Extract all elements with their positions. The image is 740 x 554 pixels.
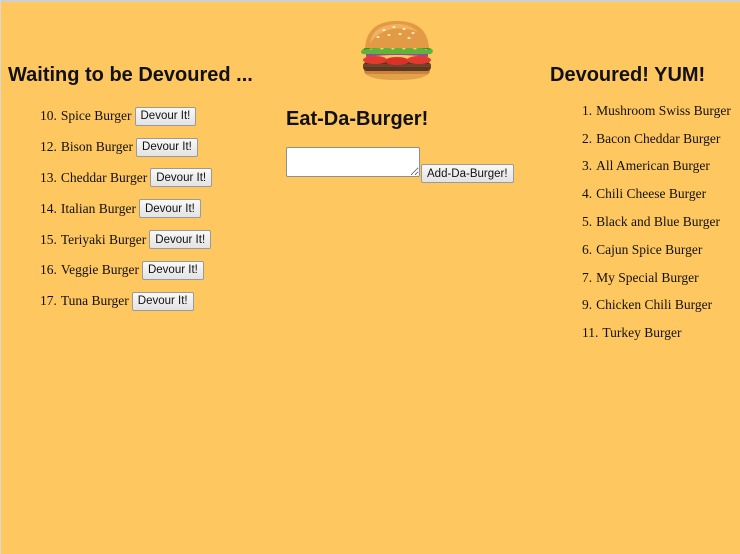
list-item: 3. All American Burger — [582, 153, 731, 181]
burger-name: Teriyaki Burger — [60, 231, 147, 247]
item-number: 3. — [582, 158, 593, 174]
burger-name: Italian Burger — [60, 200, 136, 216]
list-item: 10. Spice Burger Devour It! — [40, 101, 212, 132]
item-number: 14. — [40, 200, 57, 216]
devour-button[interactable]: Devour It! — [131, 291, 194, 311]
list-item: 12. Bison Burger Devour It! — [40, 132, 212, 163]
list-item: 14. Italian Burger Devour It! — [40, 193, 212, 224]
waiting-list: 10. Spice Burger Devour It! 12. Bison Bu… — [40, 101, 213, 317]
item-number: 6. — [582, 241, 593, 257]
burger-name: Mushroom Swiss Burger — [596, 102, 731, 118]
list-item: 17. Tuna Burger Devour It! — [40, 286, 212, 317]
list-item: 7. My Special Burger — [582, 264, 731, 292]
burger-name: Cajun Spice Burger — [596, 241, 703, 257]
burger-name: Spice Burger — [60, 108, 132, 124]
burger-name: Tuna Burger — [60, 293, 129, 309]
list-item: 1. Mushroom Swiss Burger — [582, 97, 731, 125]
burger-name-input[interactable] — [286, 147, 420, 177]
list-item: 15. Teriyaki Burger Devour It! — [40, 224, 212, 255]
burger-name: Black and Blue Burger — [596, 214, 720, 230]
devour-button[interactable]: Devour It! — [150, 168, 213, 188]
list-item: 9. Chicken Chili Burger — [582, 292, 731, 320]
burger-name: Chicken Chili Burger — [596, 297, 713, 313]
devour-button[interactable]: Devour It! — [149, 230, 212, 250]
top-border — [0, 0, 740, 2]
devoured-list: 1. Mushroom Swiss Burger 2. Bacon Chedda… — [582, 97, 731, 347]
item-number: 16. — [40, 262, 57, 278]
left-border — [0, 0, 1, 554]
item-number: 15. — [40, 231, 57, 247]
item-number: 12. — [40, 139, 57, 155]
burger-image — [361, 21, 433, 80]
burger-name: Veggie Burger — [60, 262, 139, 278]
item-number: 10. — [40, 108, 57, 124]
item-number: 1. — [582, 102, 593, 118]
list-item: 16. Veggie Burger Devour It! — [40, 255, 212, 286]
list-item: 2. Bacon Cheddar Burger — [582, 125, 731, 153]
burger-name: Chili Cheese Burger — [596, 186, 707, 202]
burger-name: Cheddar Burger — [60, 169, 148, 185]
add-burger-button[interactable]: Add-Da-Burger! — [421, 164, 514, 183]
page-title: Eat-Da-Burger! — [286, 108, 429, 130]
devour-button[interactable]: Devour It! — [141, 260, 204, 280]
burger-name: My Special Burger — [596, 269, 699, 285]
burger-name: All American Burger — [596, 158, 710, 174]
burger-name: Bison Burger — [60, 139, 134, 155]
waiting-heading: Waiting to be Devoured ... — [8, 64, 253, 86]
list-item: 13. Cheddar Burger Devour It! — [40, 163, 213, 194]
item-number: 9. — [582, 297, 593, 313]
devoured-heading: Devoured! YUM! — [550, 64, 706, 86]
list-item: 4. Chili Cheese Burger — [582, 180, 731, 208]
burger-name: Turkey Burger — [602, 325, 682, 341]
item-number: 11. — [582, 325, 599, 341]
item-number: 5. — [582, 214, 593, 230]
devour-button[interactable]: Devour It! — [138, 199, 201, 219]
list-item: 6. Cajun Spice Burger — [582, 236, 731, 264]
item-number: 13. — [40, 169, 57, 185]
list-item: 11. Turkey Burger — [582, 319, 731, 347]
list-item: 5. Black and Blue Burger — [582, 208, 731, 236]
item-number: 2. — [582, 130, 593, 146]
item-number: 7. — [582, 269, 593, 285]
item-number: 4. — [582, 186, 593, 202]
burger-name: Bacon Cheddar Burger — [596, 130, 721, 146]
devour-button[interactable]: Devour It! — [134, 106, 197, 126]
item-number: 17. — [40, 293, 57, 309]
devour-button[interactable]: Devour It! — [136, 137, 198, 157]
